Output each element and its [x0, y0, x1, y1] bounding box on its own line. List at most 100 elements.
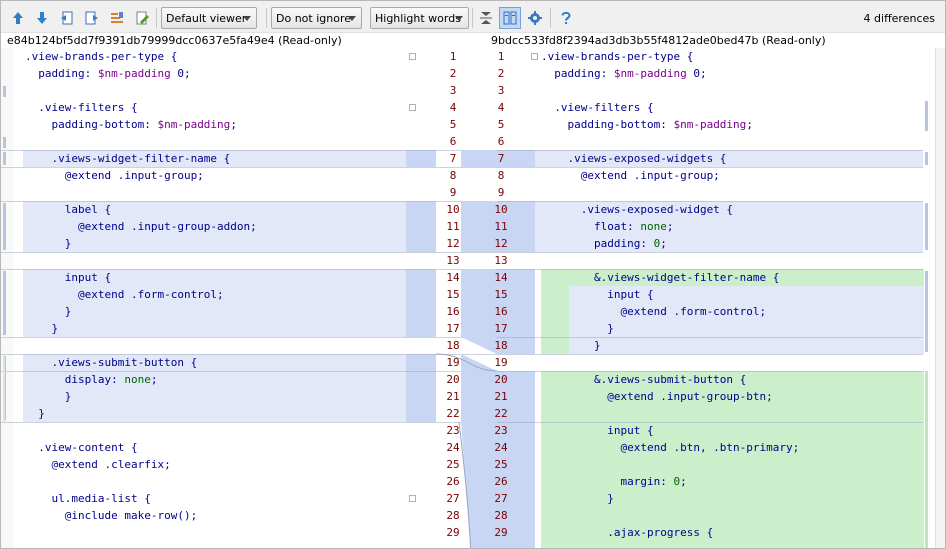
code-line: margin: 0; [541, 473, 686, 490]
code-line: @extend .clearfix; [25, 456, 171, 473]
line-number: 15 [494, 288, 508, 301]
code-token: } [25, 237, 72, 250]
vertical-scrollbar[interactable] [935, 48, 945, 548]
viewer-dropdown[interactable]: Default viewer [161, 7, 257, 29]
diff-window: Default viewer Do not ignore Highlight w… [0, 0, 946, 549]
toolbar-separator [156, 8, 157, 28]
line-number: 20 [494, 373, 508, 386]
apply-changes-icon[interactable] [106, 7, 128, 29]
line-number: 11 [446, 220, 460, 233]
code-token: .view-content { [25, 441, 138, 454]
code-line: } [25, 320, 58, 337]
code-token: @extend .form-control; [541, 305, 767, 318]
highlight-dropdown[interactable]: Highlight words [370, 7, 469, 29]
code-line: @extend .form-control; [541, 303, 766, 320]
line-number: 11 [494, 220, 508, 233]
line-number: 2 [497, 67, 505, 80]
code-line: float: none; [541, 218, 674, 235]
code-token: @extend .input-group-addon; [25, 220, 257, 233]
code-line: } [25, 388, 72, 405]
next-file-icon[interactable] [81, 7, 103, 29]
code-line: .view-filters { [541, 99, 653, 116]
code-token: input { [541, 288, 654, 301]
code-token: @include make-row(); [25, 509, 198, 522]
code-token: .views-submit-button { [25, 356, 198, 369]
code-token: @extend .input-group; [541, 169, 720, 182]
line-number: 27 [494, 492, 508, 505]
line-number: 13 [446, 254, 460, 267]
line-number: 5 [449, 118, 457, 131]
code-token: .view-brands-per-type { [25, 50, 178, 63]
code-line: .views-exposed-widgets { [541, 150, 726, 167]
change-marker [3, 86, 6, 97]
ignore-whitespace-dropdown[interactable]: Do not ignore [271, 7, 362, 29]
code-line: .ajax-progress { [541, 524, 713, 541]
arrow-up-icon[interactable] [7, 7, 29, 29]
line-number: 18 [446, 339, 460, 352]
scrollbar-change-marker [925, 152, 928, 165]
code-token: margin: [541, 475, 674, 488]
line-number: 25 [446, 458, 460, 471]
code-line: ul.media-list { [25, 490, 151, 507]
code-token: @extend .input-group-btn; [541, 390, 773, 403]
line-number: 15 [446, 288, 460, 301]
line-number: 23 [446, 424, 460, 437]
code-line: input { [541, 286, 654, 303]
code-line: @extend .btn, .btn-primary; [541, 439, 799, 456]
code-token: padding-bottom: [541, 118, 674, 131]
line-number: 26 [494, 475, 508, 488]
fold-marker-icon[interactable] [409, 53, 416, 60]
edit-source-icon[interactable] [131, 7, 153, 29]
code-line: &.views-widget-filter-name { [541, 269, 779, 286]
code-token: &.views-submit-button { [541, 373, 747, 386]
code-token: } [25, 322, 59, 335]
code-token: 0; [686, 67, 707, 80]
line-number: 22 [494, 407, 508, 420]
code-token: ; [666, 220, 674, 233]
toolbar-separator [550, 8, 551, 28]
code-token: ul.media-list { [25, 492, 151, 505]
line-number: 12 [494, 237, 508, 250]
collapse-unchanged-icon[interactable] [475, 7, 497, 29]
scrollbar-change-marker [925, 271, 928, 352]
code-line: padding: $nm-padding 0; [541, 65, 707, 82]
code-line: @include make-row(); [25, 507, 197, 524]
line-number: 29 [446, 526, 460, 539]
code-line: .views-widget-filter-name { [25, 150, 230, 167]
line-number: 20 [446, 373, 460, 386]
code-line: } [541, 490, 614, 507]
code-line: @extend .input-group; [541, 167, 720, 184]
code-token: padding-bottom: [25, 118, 158, 131]
diff-editor: .view-brands-per-type { padding: $nm-pad… [1, 48, 945, 548]
code-token: } [541, 339, 601, 352]
code-line: display: none; [25, 371, 158, 388]
fold-marker-icon[interactable] [409, 495, 416, 502]
code-line: .view-brands-per-type { [541, 48, 693, 65]
line-number: 14 [446, 271, 460, 284]
line-number: 28 [494, 509, 508, 522]
code-token: } [541, 492, 614, 505]
sync-scroll-toggle-icon[interactable] [499, 7, 521, 29]
prev-file-icon[interactable] [56, 7, 78, 29]
code-line: padding-bottom: $nm-padding; [541, 116, 752, 133]
code-token: input { [541, 424, 654, 437]
code-token: @extend .clearfix; [25, 458, 171, 471]
code-token: padding: [25, 67, 98, 80]
code-line: .views-submit-button { [25, 354, 197, 371]
code-token: none [124, 373, 151, 386]
fold-marker-icon[interactable] [531, 53, 538, 60]
code-line: .view-brands-per-type { [25, 48, 177, 65]
code-token: $nm-padding [157, 118, 231, 131]
line-number: 26 [446, 475, 460, 488]
code-line: @extend .input-group-addon; [25, 218, 257, 235]
arrow-down-icon[interactable] [31, 7, 53, 29]
code-line: .view-filters { [25, 99, 137, 116]
line-number: 24 [494, 441, 508, 454]
line-number: 19 [446, 356, 460, 369]
code-line: label { [25, 201, 111, 218]
code-line: } [541, 320, 614, 337]
settings-gear-icon[interactable] [524, 7, 546, 29]
scrollbar-change-marker [925, 203, 928, 250]
help-icon[interactable] [555, 7, 577, 29]
fold-marker-icon[interactable] [409, 104, 416, 111]
